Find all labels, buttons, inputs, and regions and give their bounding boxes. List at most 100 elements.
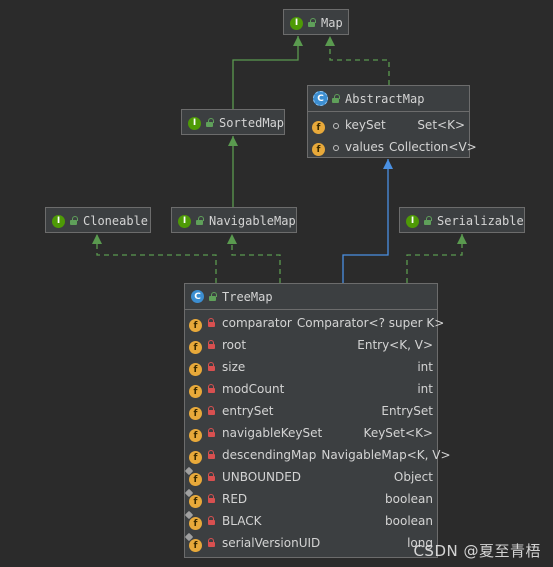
field-name: serialVersionUID xyxy=(222,536,321,550)
field-name: modCount xyxy=(222,382,285,396)
field-row[interactable]: f descendingMap NavigableMap<K, V> xyxy=(185,444,451,466)
private-lock-icon xyxy=(207,362,217,372)
field-icon: f xyxy=(189,407,202,420)
field-row[interactable]: f entrySet EntrySet xyxy=(185,400,437,422)
field-icon-wrap: f xyxy=(189,317,202,332)
edge-arrowhead xyxy=(325,36,335,46)
field-name: entrySet xyxy=(222,404,274,418)
field-type: int xyxy=(417,382,433,396)
node-title: Map xyxy=(321,16,343,30)
node-title: NavigableMap xyxy=(209,214,296,228)
public-icon xyxy=(208,291,218,302)
edge-arrowhead xyxy=(457,234,467,244)
field-name: UNBOUNDED xyxy=(222,470,302,484)
edge-treemap-to-navigablemap xyxy=(231,234,281,283)
field-row[interactable]: f serialVersionUID long xyxy=(184,532,437,554)
field-name: RED xyxy=(222,492,248,506)
edge-arrowhead xyxy=(227,234,237,244)
field-type: boolean xyxy=(385,514,433,528)
private-lock-icon xyxy=(207,384,217,394)
abstractmap-class-node[interactable]: C AbstractMap f keySet Set<K> f values Collec… xyxy=(307,85,477,160)
map-interface-node[interactable]: I Map xyxy=(283,9,349,35)
field-type: Entry<K, V> xyxy=(357,338,433,352)
field-name: navigableKeySet xyxy=(222,426,323,440)
field-name: BLACK xyxy=(222,514,262,528)
field-type: EntrySet xyxy=(381,404,433,418)
package-private-icon xyxy=(330,120,340,130)
field-icon-wrap: f xyxy=(184,466,202,486)
public-icon xyxy=(69,216,79,226)
field-type: Collection<V> xyxy=(389,140,477,154)
field-row[interactable]: f RED boolean xyxy=(184,488,437,510)
navigablemap-interface-node[interactable]: I NavigableMap xyxy=(171,207,297,233)
field-name: comparator xyxy=(222,316,292,330)
interface-icon: I xyxy=(188,116,201,130)
edge-arrowhead xyxy=(383,159,393,169)
field-row[interactable]: f size int xyxy=(185,356,437,378)
cloneable-interface-node[interactable]: I Cloneable xyxy=(45,207,151,233)
field-icon-wrap: f xyxy=(184,532,202,552)
private-lock-icon xyxy=(207,406,217,416)
field-icon-wrap: f xyxy=(184,488,202,508)
private-lock-icon xyxy=(207,340,217,350)
node-title: SortedMap xyxy=(219,116,285,130)
field-icon-wrap: f xyxy=(312,141,325,156)
field-row[interactable]: f navigableKeySet KeySet<K> xyxy=(185,422,437,444)
field-row[interactable]: f values Collection<V> xyxy=(308,136,477,158)
field-name: values xyxy=(345,140,385,154)
private-lock-icon xyxy=(207,450,217,460)
node-title: Serializable xyxy=(437,214,524,228)
field-row[interactable]: f keySet Set<K> xyxy=(308,114,469,136)
interface-icon: I xyxy=(52,214,65,228)
field-type: NavigableMap<K, V> xyxy=(321,448,451,462)
field-type: Object xyxy=(393,470,433,484)
field-row[interactable]: f BLACK boolean xyxy=(184,510,437,532)
field-row[interactable]: f modCount int xyxy=(185,378,437,400)
field-icon: f xyxy=(189,429,202,442)
private-lock-icon xyxy=(207,428,217,438)
field-icon: f xyxy=(189,363,202,376)
field-icon-wrap: f xyxy=(184,510,202,530)
field-icon-wrap: f xyxy=(189,339,202,354)
field-icon-wrap: f xyxy=(312,119,325,134)
edge-arrowhead xyxy=(293,36,303,46)
field-type: boolean xyxy=(385,492,433,506)
treemap-class-node[interactable]: C TreeMap f comparator Comparator<? super … xyxy=(184,283,451,558)
interface-icon: I xyxy=(290,16,303,30)
field-icon: f xyxy=(312,143,325,156)
edge-arrowhead xyxy=(92,234,102,244)
abstract-class-icon: C xyxy=(313,91,328,106)
field-type: Comparator<? super K> xyxy=(296,316,445,330)
field-icon-wrap: f xyxy=(189,427,202,442)
private-lock-icon xyxy=(207,538,217,548)
class-icon: C xyxy=(191,290,204,303)
edge-abstractmap-to-map xyxy=(329,36,390,85)
field-icon: f xyxy=(189,495,202,508)
edge-treemap-to-serializable xyxy=(406,234,463,283)
field-icon-wrap: f xyxy=(189,449,202,464)
field-icon: f xyxy=(312,121,325,134)
package-private-icon xyxy=(330,142,340,152)
private-lock-icon xyxy=(207,472,217,482)
node-title: TreeMap xyxy=(222,289,273,304)
uml-diagram: I Map I SortedMap C AbstractMap f keySet S… xyxy=(0,0,553,567)
sortedmap-interface-node[interactable]: I SortedMap xyxy=(181,109,285,135)
private-lock-icon xyxy=(207,516,217,526)
node-title: Cloneable xyxy=(83,214,149,228)
watermark: CSDN @夏至青梧 xyxy=(413,542,541,560)
field-icon-wrap: f xyxy=(189,361,202,376)
edge-treemap-to-abstractmap xyxy=(342,159,389,283)
field-icon: f xyxy=(189,341,202,354)
field-list: f comparator Comparator<? super K> f root Ent… xyxy=(184,310,451,556)
field-list: f keySet Set<K> f values Collection<V> xyxy=(308,112,477,160)
field-row[interactable]: f comparator Comparator<? super K> xyxy=(185,312,444,334)
field-icon-wrap: f xyxy=(189,405,202,420)
field-row[interactable]: f root Entry<K, V> xyxy=(185,334,437,356)
field-icon: f xyxy=(189,539,202,552)
serializable-interface-node[interactable]: I Serializable xyxy=(399,207,525,233)
private-lock-icon xyxy=(207,494,217,504)
field-type: KeySet<K> xyxy=(363,426,433,440)
field-row[interactable]: f UNBOUNDED Object xyxy=(184,466,437,488)
field-icon: f xyxy=(189,473,202,486)
public-icon xyxy=(307,18,317,28)
